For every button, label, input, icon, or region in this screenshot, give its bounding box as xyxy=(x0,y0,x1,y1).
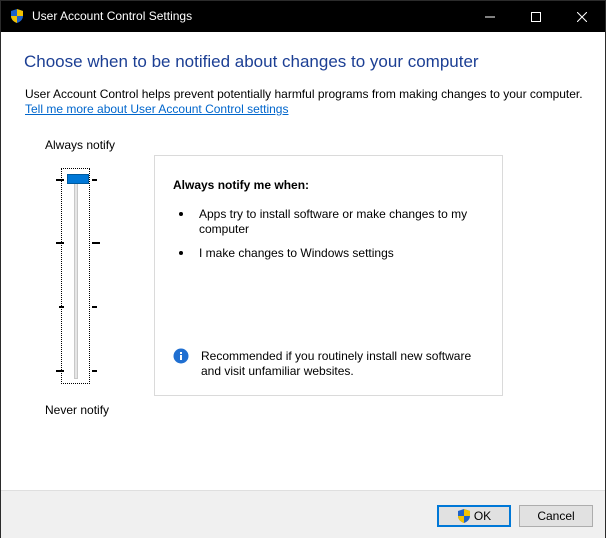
recommendation-note: Recommended if you routinely install new… xyxy=(201,349,472,378)
info-icon xyxy=(173,348,189,364)
slider-tick-right xyxy=(92,242,100,244)
close-button[interactable] xyxy=(559,1,605,32)
bullet-item: I make changes to Windows settings xyxy=(199,246,394,260)
slider-top-label: Always notify xyxy=(45,138,116,152)
uac-shield-icon xyxy=(457,508,471,524)
minimize-icon xyxy=(485,16,495,17)
panel-heading: Always notify me when: xyxy=(173,178,310,192)
minimize-button[interactable] xyxy=(467,1,513,32)
bullet-icon xyxy=(179,251,183,255)
cancel-button[interactable]: Cancel xyxy=(519,505,593,527)
slider-bottom-label: Never notify xyxy=(45,403,110,417)
slider-tick-left xyxy=(56,370,64,372)
main-content: Choose when to be notified about changes… xyxy=(1,32,605,490)
dialog-footer: OK Cancel xyxy=(1,490,605,538)
slider-tick-right xyxy=(92,306,97,308)
page-description: User Account Control helps prevent poten… xyxy=(25,87,583,101)
slider-tick-left xyxy=(56,179,64,181)
uac-settings-window: User Account Control Settings Choose whe… xyxy=(0,0,606,538)
slider-tick-left xyxy=(56,242,64,244)
slider-tick-left xyxy=(59,306,64,308)
title-bar[interactable]: User Account Control Settings xyxy=(1,1,605,32)
level-description-panel: Always notify me when: Apps try to insta… xyxy=(154,155,503,396)
ok-button[interactable]: OK xyxy=(437,505,511,527)
maximize-icon xyxy=(531,11,541,22)
cancel-label: Cancel xyxy=(537,509,575,523)
slider-tick-right xyxy=(92,179,97,181)
slider-tick-right xyxy=(92,370,97,372)
maximize-button[interactable] xyxy=(513,1,559,32)
slider-thumb[interactable] xyxy=(67,174,89,184)
slider-track-fill xyxy=(75,177,77,378)
bullet-icon xyxy=(179,212,183,216)
window-title: User Account Control Settings xyxy=(32,9,193,23)
learn-more-link[interactable]: Tell me more about User Account Control … xyxy=(25,102,288,116)
ok-label: OK xyxy=(473,509,492,523)
page-heading: Choose when to be notified about changes… xyxy=(24,52,479,71)
close-icon xyxy=(577,11,587,22)
bullet-item: Apps try to install software or make cha… xyxy=(199,207,468,236)
uac-shield-icon xyxy=(9,8,25,24)
